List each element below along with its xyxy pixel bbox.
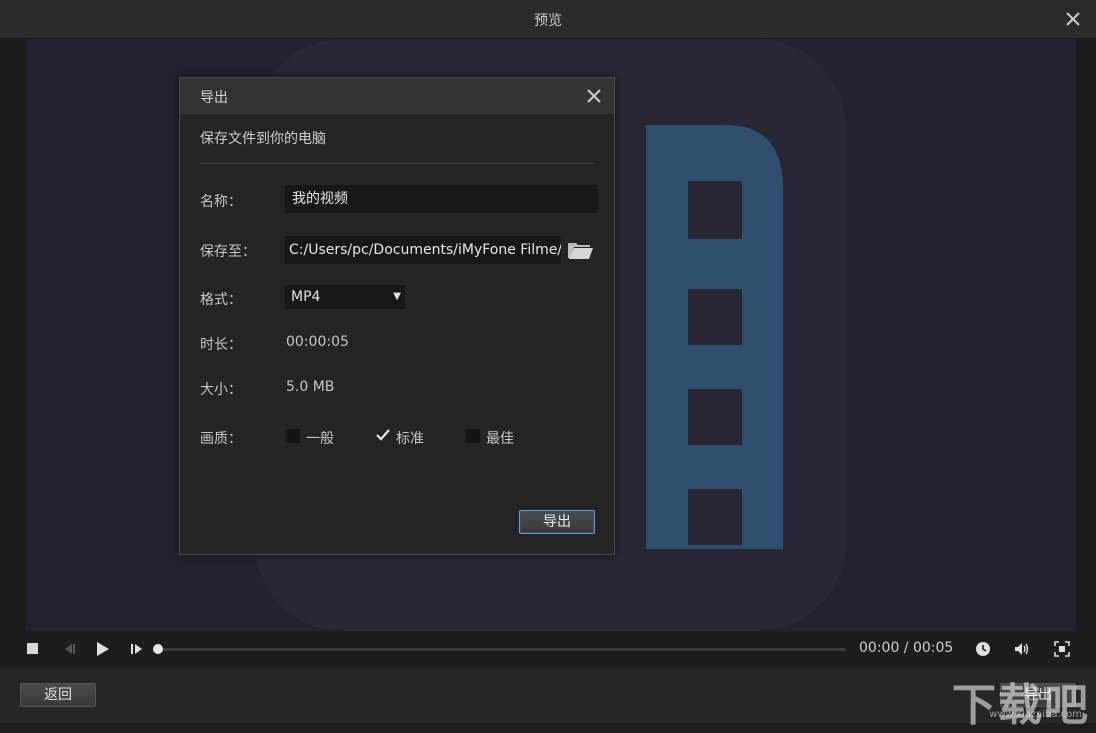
size-label: 大小： [200, 379, 242, 399]
folder-icon[interactable] [566, 238, 594, 262]
dropdown-arrow-icon: ▼ [393, 285, 401, 309]
title-bar: 预览 [0, 0, 1096, 39]
next-frame-icon[interactable] [128, 640, 146, 658]
name-label: 名称： [200, 191, 242, 211]
quality-standard-label[interactable]: 标准 [396, 428, 424, 448]
previous-frame-icon[interactable] [60, 640, 78, 658]
dialog-title: 导出 [200, 87, 228, 107]
close-icon[interactable] [1062, 8, 1084, 30]
stop-icon[interactable] [24, 640, 42, 658]
quality-normal-checkbox[interactable] [286, 429, 300, 443]
volume-icon[interactable] [1013, 640, 1031, 658]
save-path-input[interactable]: C:/Users/pc/Documents/iMyFone Filme/Ou.. [285, 236, 561, 264]
quality-best-checkbox[interactable] [466, 429, 480, 443]
time-separator: / [899, 640, 913, 656]
format-value: MP4 [291, 289, 320, 305]
back-button[interactable]: 返回 [20, 683, 96, 707]
fullscreen-icon[interactable] [1053, 640, 1071, 658]
player-controls: 00:00 / 00:05 [0, 631, 1096, 667]
checkmark-icon [375, 428, 391, 442]
preview-window: 预览 [0, 0, 1096, 723]
export-button[interactable]: 导出 [519, 510, 595, 534]
quality-label: 画质： [200, 428, 242, 448]
divider [200, 163, 594, 164]
format-label: 格式： [200, 289, 242, 309]
clock-icon[interactable] [974, 640, 992, 658]
watermark-logo: 下载吧 [952, 669, 1090, 733]
bottom-bar: 返回 导出 下载吧 www.xiazaiba.com [0, 667, 1096, 723]
watermark-url: www.xiazaiba.com [989, 709, 1082, 720]
quality-best-label[interactable]: 最佳 [486, 428, 514, 448]
dialog-subtitle: 保存文件到你的电脑 [200, 128, 326, 148]
duration-value: 00:00:05 [286, 334, 349, 350]
current-time: 00:00 [859, 640, 899, 656]
play-icon[interactable] [94, 640, 112, 658]
timeline-handle[interactable] [153, 644, 163, 654]
quality-normal-label[interactable]: 一般 [306, 428, 334, 448]
name-input[interactable]: 我的视频 [285, 185, 598, 213]
format-select[interactable]: MP4 ▼ [285, 285, 405, 309]
total-time: 00:05 [913, 640, 953, 656]
timecode: 00:00 / 00:05 [859, 640, 953, 656]
timeline-track[interactable] [158, 648, 846, 651]
window-title: 预览 [0, 10, 1096, 30]
dialog-title-bar: 导出 [180, 78, 614, 114]
export-dialog: 导出 保存文件到你的电脑 名称： 我的视频 保存至： C:/Users/pc/D… [179, 77, 615, 555]
dialog-close-icon[interactable] [584, 86, 604, 106]
save-path-label: 保存至： [200, 241, 256, 261]
duration-label: 时长： [200, 334, 242, 354]
quality-standard-checkbox[interactable] [376, 429, 390, 443]
size-value: 5.0 MB [286, 379, 334, 395]
